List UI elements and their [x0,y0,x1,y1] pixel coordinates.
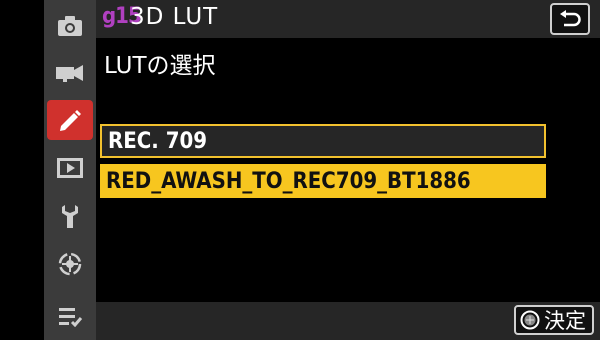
lut-option-red-awash[interactable]: RED_AWASH_TO_REC709_BT1886 [100,164,546,198]
ok-dial-icon [520,310,540,330]
ok-button[interactable]: 決定 [514,305,594,335]
pencil-icon [60,110,81,131]
wrench-icon [62,205,78,228]
my-menu-icon [59,308,83,327]
tab-movie-shooting[interactable] [47,52,93,92]
return-arrow-icon [560,10,581,27]
tab-network[interactable] [47,244,93,284]
menu-header: g15 3D LUT [96,0,600,38]
page-title: 3D LUT [130,4,219,30]
tab-setup[interactable] [47,196,93,236]
tab-playback[interactable] [47,148,93,188]
ok-label: 決定 [544,309,586,333]
option-label: REC. 709 [108,128,208,154]
back-button[interactable] [550,3,590,35]
section-subtitle: LUTの選択 [104,53,216,79]
menu-footer: 決定 [96,302,600,340]
tab-custom-settings[interactable] [47,100,93,140]
option-label: RED_AWASH_TO_REC709_BT1886 [106,168,471,194]
movie-camera-icon [56,65,83,82]
lut-option-rec709[interactable]: REC. 709 [100,124,546,158]
tab-my-menu[interactable] [47,296,93,336]
menu-tab-strip [44,0,96,340]
menu-panel: g15 3D LUT LUTの選択 REC. 709 RED_AWASH_TO_… [96,0,600,340]
playback-icon [57,158,83,178]
camera-icon [58,16,82,36]
network-icon [58,252,82,276]
tab-photo-shooting[interactable] [47,6,93,46]
